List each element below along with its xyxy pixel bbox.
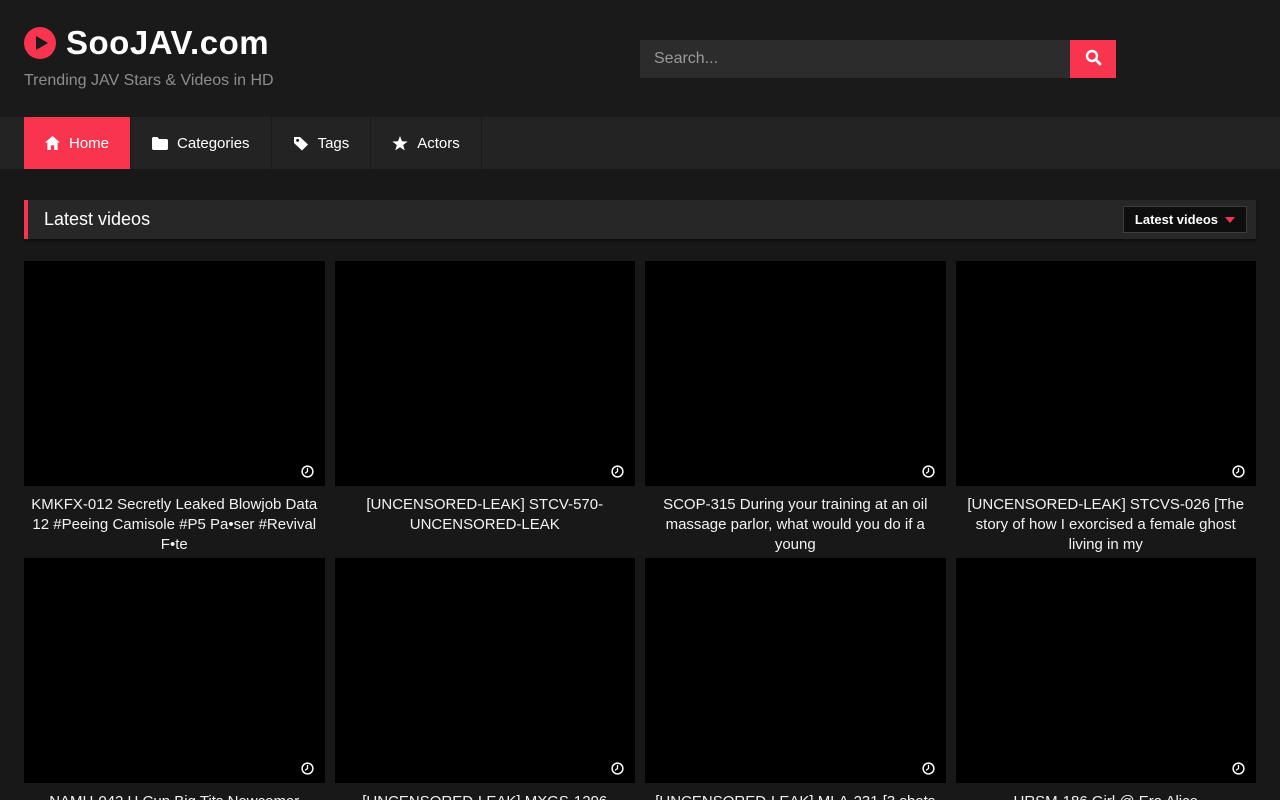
video-thumbnail[interactable] (956, 261, 1257, 486)
clock-icon (611, 762, 624, 775)
clock-icon (301, 465, 314, 478)
video-thumbnail[interactable] (335, 558, 636, 783)
video-card[interactable]: [UNCENSORED-LEAK] STCV-570-UNCENSORED-LE… (335, 261, 636, 558)
site-header: SooJAV.com Trending JAV Stars & Videos i… (0, 0, 1280, 117)
nav-item-tags[interactable]: Tags (272, 117, 372, 169)
nav-item-actors[interactable]: Actors (371, 117, 482, 169)
video-thumbnail[interactable] (24, 558, 325, 783)
video-title[interactable]: SCOP-315 During your training at an oil … (645, 486, 946, 558)
video-card[interactable]: SCOP-315 During your training at an oil … (645, 261, 946, 558)
nav-label: Actors (417, 135, 460, 152)
sort-dropdown-button[interactable]: Latest videos (1123, 206, 1247, 233)
clock-icon (922, 465, 935, 478)
clock-icon (301, 762, 314, 775)
video-card[interactable]: [UNCENSORED-LEAK] MXGS-1296 Absolutely (335, 558, 636, 800)
video-thumbnail[interactable] (645, 261, 946, 486)
search-button[interactable] (1070, 40, 1116, 78)
video-card[interactable]: NAMH-042 H Cup Big Tits Newcomer (170cm … (24, 558, 325, 800)
nav-item-categories[interactable]: Categories (131, 117, 272, 169)
nav-label: Categories (177, 135, 250, 152)
video-card[interactable]: [UNCENSORED-LEAK] MLA-231 [3 shots in (645, 558, 946, 800)
search-input[interactable] (640, 40, 1070, 78)
video-title[interactable]: URSM-186 Girl @ Era Alice (956, 783, 1257, 800)
video-card[interactable]: KMKFX-012 Secretly Leaked Blowjob Data 1… (24, 261, 325, 558)
section-title: Latest videos (28, 209, 150, 230)
nav-item-home[interactable]: Home (24, 117, 131, 169)
video-card[interactable]: URSM-186 Girl @ Era Alice (956, 558, 1257, 800)
main-nav: Home Categories Tags (0, 117, 1280, 169)
sort-dropdown-label: Latest videos (1135, 212, 1218, 227)
play-circle-icon (24, 27, 56, 59)
video-thumbnail[interactable] (335, 261, 636, 486)
folder-icon (152, 137, 168, 150)
video-thumbnail[interactable] (956, 558, 1257, 783)
star-icon (392, 136, 408, 151)
nav-label: Home (69, 135, 109, 152)
chevron-down-icon (1225, 217, 1235, 223)
video-title[interactable]: [UNCENSORED-LEAK] MLA-231 [3 shots in (645, 783, 946, 800)
site-tagline: Trending JAV Stars & Videos in HD (24, 72, 274, 90)
clock-icon (611, 465, 624, 478)
video-title[interactable]: [UNCENSORED-LEAK] STCV-570-UNCENSORED-LE… (335, 486, 636, 558)
video-title[interactable]: [UNCENSORED-LEAK] STCVS-026 [The story o… (956, 486, 1257, 558)
clock-icon (922, 762, 935, 775)
video-thumbnail[interactable] (24, 261, 325, 486)
search-icon (1085, 49, 1102, 69)
brand-name: SooJAV.com (66, 24, 269, 62)
video-card[interactable]: [UNCENSORED-LEAK] STCVS-026 [The story o… (956, 261, 1257, 558)
main-content: Latest videos Latest videos KMKFX-012 Se… (24, 200, 1256, 800)
video-title[interactable]: NAMH-042 H Cup Big Tits Newcomer (170cm … (24, 783, 325, 800)
video-title[interactable]: KMKFX-012 Secretly Leaked Blowjob Data 1… (24, 486, 325, 558)
home-icon (45, 136, 60, 150)
clock-icon (1232, 762, 1245, 775)
site-logo[interactable]: SooJAV.com (24, 24, 269, 62)
tag-icon (293, 136, 309, 151)
video-thumbnail[interactable] (645, 558, 946, 783)
video-grid: KMKFX-012 Secretly Leaked Blowjob Data 1… (24, 261, 1256, 800)
section-header: Latest videos Latest videos (24, 200, 1256, 239)
clock-icon (1232, 465, 1245, 478)
video-title[interactable]: [UNCENSORED-LEAK] MXGS-1296 Absolutely (335, 783, 636, 800)
nav-label: Tags (318, 135, 350, 152)
search-form (640, 40, 1116, 78)
